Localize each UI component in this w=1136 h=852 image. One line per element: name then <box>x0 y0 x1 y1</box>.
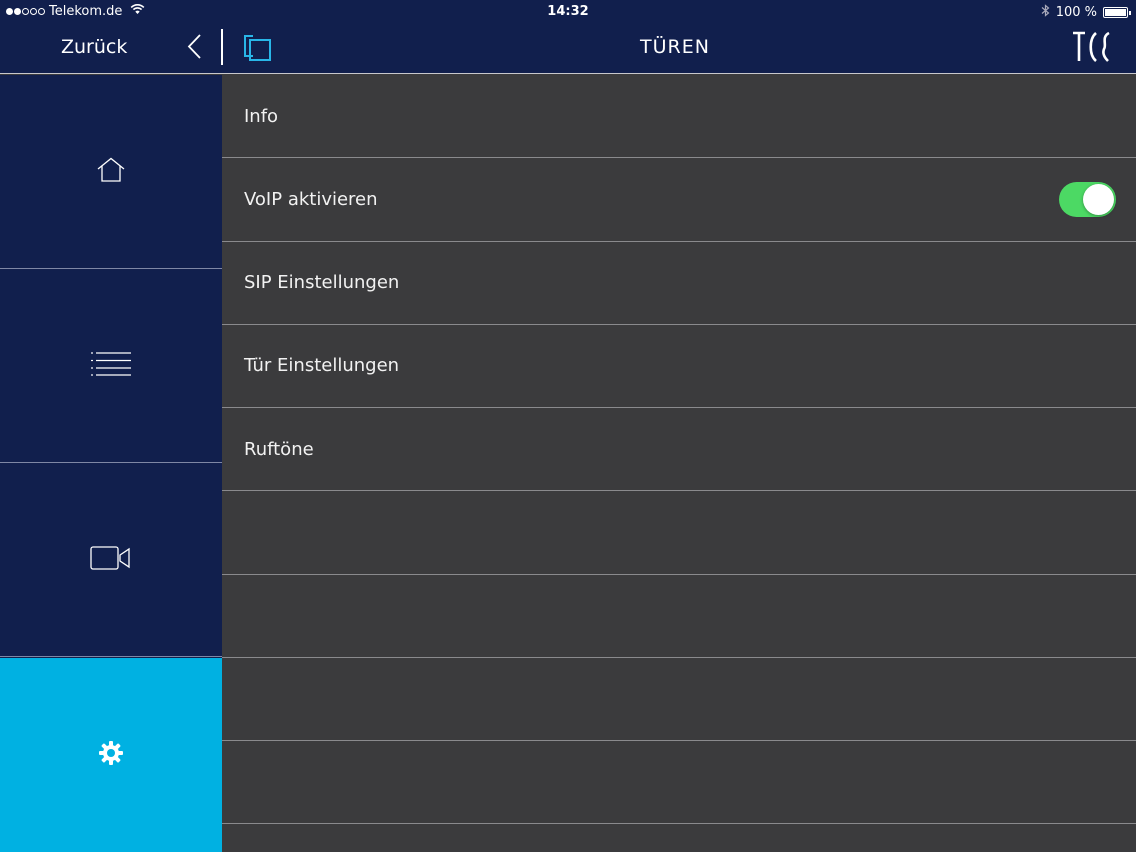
list-item-label: SIP Einstellungen <box>244 272 400 294</box>
sidebar-item-home[interactable] <box>0 75 222 269</box>
voip-toggle[interactable] <box>1059 182 1116 218</box>
sidebar-item-video[interactable] <box>0 463 222 657</box>
bluetooth-icon <box>1041 4 1050 21</box>
status-right: 100 % <box>1041 4 1131 21</box>
battery-fill <box>1105 9 1126 16</box>
list-item-empty <box>222 741 1136 825</box>
home-icon <box>96 157 126 187</box>
sidebar-item-list[interactable] <box>0 269 222 463</box>
list-item-empty <box>222 491 1136 575</box>
list-item-voip: VoIP aktivieren <box>222 158 1136 242</box>
list-item-label: VoIP aktivieren <box>244 188 378 210</box>
list-item-label: Ruftöne <box>244 438 314 460</box>
battery-icon <box>1103 7 1131 18</box>
status-bar: Telekom.de 14:32 100 % <box>0 0 1136 24</box>
battery-percentage: 100 % <box>1055 5 1097 20</box>
status-time: 14:32 <box>547 4 589 19</box>
sidebar-item-settings[interactable] <box>0 658 222 852</box>
video-camera-icon <box>90 545 132 575</box>
tcs-logo <box>1072 30 1112 68</box>
list-item-empty <box>222 658 1136 741</box>
list-item-label: Tür Einstellungen <box>244 355 400 377</box>
list-item-empty <box>222 575 1136 658</box>
settings-list: Info VoIP aktivieren SIP Einstellungen T… <box>222 75 1136 852</box>
list-item-door-settings[interactable]: Tür Einstellungen <box>222 325 1136 408</box>
list-item-sip-settings[interactable]: SIP Einstellungen <box>222 242 1136 325</box>
toggle-knob <box>1083 184 1114 216</box>
page-title: TÜREN <box>640 36 710 58</box>
list-item-ringtones[interactable]: Ruftöne <box>222 408 1136 492</box>
list-item-label: Info <box>244 105 279 127</box>
sidebar <box>0 75 222 852</box>
gear-icon <box>98 740 124 770</box>
list-icon <box>90 351 132 381</box>
list-item-info[interactable]: Info <box>222 75 1136 159</box>
navigation-bar: Zurück TÜREN <box>0 24 1136 74</box>
